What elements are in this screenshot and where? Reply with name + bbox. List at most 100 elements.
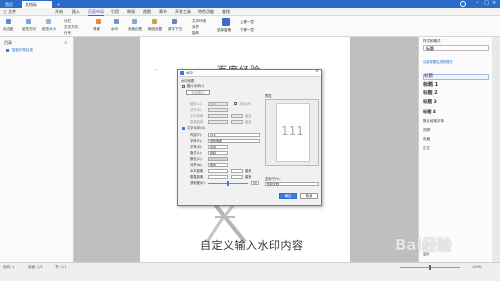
style-header[interactable]: 页眉 [423,137,489,141]
align2-select[interactable]: 居中 [208,163,228,167]
color-picker[interactable] [208,157,228,161]
align2-label: 对齐(A): [190,163,203,167]
vertical-position-select-2[interactable] [208,175,228,179]
current-style-field[interactable]: 标题 [423,45,489,51]
rotate-button[interactable]: 旋转 [192,31,199,35]
size-select[interactable]: 自动 [208,145,228,149]
style-default-font[interactable]: 默认段落字体 [423,119,489,123]
manuscript-icon[interactable] [152,19,157,24]
menu-home[interactable]: 开始 [55,9,63,15]
tab-home[interactable]: 首页 [2,1,16,8]
scale-select[interactable]: 自动 [208,102,228,106]
watermark-icon[interactable] [114,19,119,24]
ok-button[interactable]: 确定 [279,193,297,199]
page-number: 页码: 1 [3,265,15,269]
margins-button[interactable]: 页边距 [3,27,14,31]
style-heading-2[interactable]: 标题 2 [423,91,489,96]
background-icon[interactable] [96,19,101,24]
watermark-button[interactable]: 水印 [111,27,118,31]
zoom-slider-thumb[interactable] [429,265,431,270]
text-watermark-checkbox[interactable] [182,127,185,130]
menu-section[interactable]: 章节 [159,9,167,15]
style-title[interactable]: 标题 [423,74,489,80]
selection-pane-icon[interactable] [222,18,230,26]
drop-cap-button[interactable]: 首字下沉 [168,27,182,31]
margins-icon[interactable] [6,19,11,24]
picture-watermark-checkbox[interactable] [182,85,185,88]
orientation-icon[interactable] [26,19,31,24]
vertical-position-select[interactable] [208,120,228,124]
preview-label: 预览 [265,94,272,98]
smart-toc-link[interactable]: 智能识别目录 [12,48,33,53]
transparency-input[interactable]: 50 [251,181,259,185]
drop-cap-icon[interactable] [172,19,177,24]
page-border-icon[interactable] [132,19,137,24]
close-pane-icon[interactable]: × [64,40,67,45]
manuscript-button[interactable]: 稿纸设置 [148,27,162,31]
horizontal-distance-input[interactable] [231,114,243,118]
style-footer[interactable]: 页脚 [423,128,489,132]
text-watermark-label: 文字水印(X) [187,126,206,130]
font-label: 字体(F): [190,139,203,143]
font-select[interactable]: 微软雅黑 [208,139,260,143]
minimize-icon[interactable]: – [476,0,479,6]
zoom-level[interactable]: 100% [472,265,482,269]
layout-select[interactable]: 倾斜 [208,151,228,155]
close-icon[interactable]: × [492,0,496,6]
align-select[interactable] [208,108,228,112]
selection-pane-button[interactable]: 选择窗格 [217,28,231,32]
transparency-slider-thumb[interactable] [227,181,229,186]
custom-watermark-text: 自定义输入水印内容 [200,239,304,252]
style-heading-4[interactable]: 标题 4 [423,109,489,114]
align-button[interactable]: 对齐 [192,25,199,29]
send-backward-button[interactable]: 下移一层 [240,28,254,32]
menu-search[interactable]: 查找 [222,9,230,15]
paper-size-button[interactable]: 纸张大小 [42,27,56,31]
orientation-button[interactable]: 纸张方向 [22,27,36,31]
columns-button[interactable]: 分栏 [64,19,71,23]
page-count: 页面: 1/1 [28,265,43,269]
vertical-scrollbar[interactable] [492,37,500,262]
style-heading-3[interactable]: 标题 3 [423,100,489,105]
menu-file[interactable]: 三 文件 [3,9,16,15]
vertical-distance-input[interactable] [231,120,243,124]
text-wrap-button[interactable]: 文字环绕 [192,19,206,23]
brand-watermark: Bai经验 [395,236,452,254]
avatar[interactable] [460,1,466,7]
menu-insert[interactable]: 插入 [72,9,80,15]
menu-references[interactable]: 引用 [111,9,119,15]
dialog-close-icon[interactable]: × [315,69,319,74]
horizontal-distance-input-2[interactable] [231,169,243,173]
text-direction-button[interactable]: 文字方向 [64,25,78,29]
washout-checkbox[interactable] [234,102,237,105]
style-heading-1[interactable]: 标题 1 [423,83,489,88]
paper-size-icon[interactable] [46,19,51,24]
bring-forward-button[interactable]: 上移一层 [240,20,254,24]
styles-pane: 样式和格式 标题 请选择要应用的格式 标题 标题 1 标题 2 标题 3 标题 … [418,37,492,262]
menu-view[interactable]: 视图 [143,9,151,15]
menu-review[interactable]: 审阅 [127,9,135,15]
cancel-button[interactable]: 取消 [300,193,318,199]
styles-pane-title: 样式和格式 [423,39,441,43]
content-input[interactable]: 111 [208,133,260,137]
page-border-button[interactable]: 页面边框 [128,27,142,31]
style-label: 版式(L): [190,151,203,155]
smart-toc-icon [6,49,9,52]
vertical-distance-input-2[interactable] [231,175,243,179]
horizontal-position-select[interactable] [208,114,228,118]
new-tab-button[interactable]: + [54,1,63,8]
preview-box: 111 [265,99,319,166]
select-picture-button[interactable]: 选择图片 [186,90,210,95]
tab-document[interactable]: 文档标题.docx [22,1,52,14]
washout-label: 冲蚀(W) [239,102,252,106]
apply-to-select[interactable]: 整篇文档 [265,182,319,186]
status-bar: 页码: 1 页面: 1/1 节: 1/1 100% [0,262,500,281]
background-button[interactable]: 背景 [93,27,100,31]
menu-developer[interactable]: 开发工具 [175,9,191,15]
maximize-icon[interactable]: □ [484,0,489,6]
style-body[interactable]: 正文 [423,146,489,150]
menu-features[interactable]: 特色功能 [198,9,214,15]
menu-page-layout[interactable]: 页面布局 [88,9,104,16]
line-numbers-button[interactable]: 行号 [64,31,71,35]
horizontal-position-select-2[interactable] [208,169,228,173]
